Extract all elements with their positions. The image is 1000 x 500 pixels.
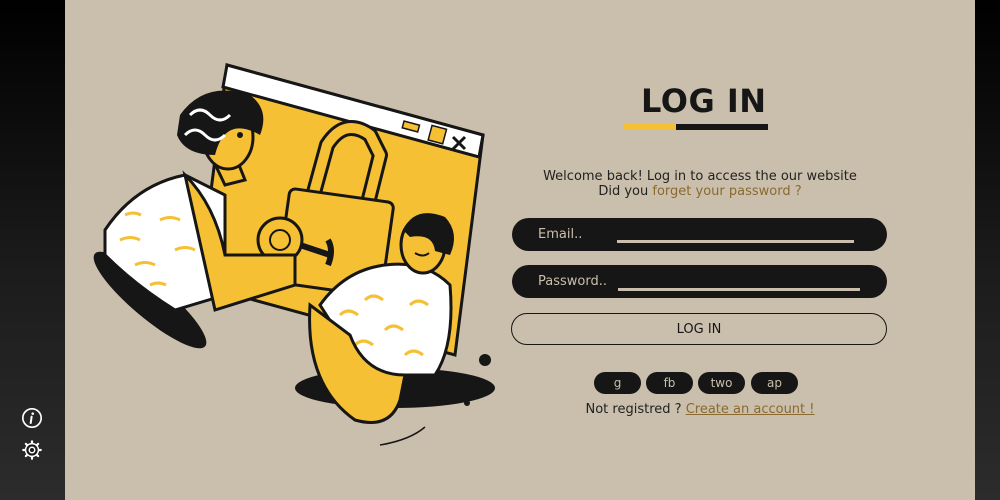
forgot-password-link[interactable]: forget your password ? [652,184,801,199]
forgot-line: Did you forget your password ? [500,184,900,199]
register-line: Not registred ? Create an account ! [500,402,900,417]
page-title: LOG IN [641,82,767,120]
apple-button[interactable]: ap [751,372,798,394]
info-icon[interactable] [21,407,43,429]
google-button[interactable]: g [594,372,641,394]
password-label: Password.. [538,274,607,289]
forgot-prefix: Did you [598,184,649,199]
password-input[interactable] [618,288,860,291]
create-account-link[interactable]: Create an account ! [686,402,815,417]
facebook-button[interactable]: fb [646,372,693,394]
email-label: Email.. [538,227,583,242]
right-edge [975,0,1000,500]
lock-illustration [93,63,495,446]
welcome-line: Welcome back! Log in to access the our w… [543,169,857,184]
password-field[interactable]: Password.. [512,265,887,298]
email-field[interactable]: Email.. [512,218,887,251]
title-underline [624,124,768,130]
login-button[interactable]: LOG IN [511,313,887,345]
gear-icon[interactable] [21,439,43,461]
welcome-text: Welcome back! Log in to access the our w… [500,169,900,199]
left-sidebar [0,0,65,500]
twitter-button[interactable]: two [698,372,745,394]
email-input[interactable] [617,240,854,243]
register-prefix: Not registred ? [585,402,682,417]
